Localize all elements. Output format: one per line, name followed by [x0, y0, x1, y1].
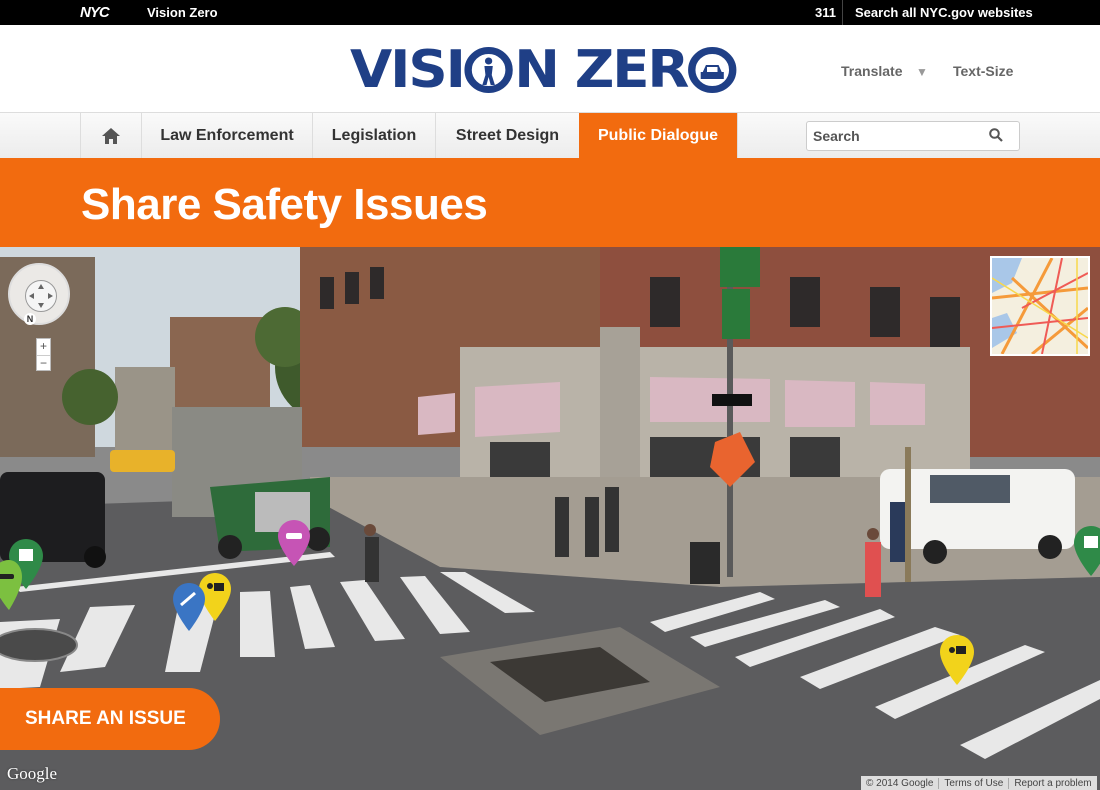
nav-legislation[interactable]: Legislation	[312, 113, 435, 159]
main-nav: Law Enforcement Legislation Street Desig…	[0, 112, 1100, 159]
report-problem-link[interactable]: Report a problem	[1008, 777, 1096, 789]
copyright-text: © 2014 Google	[866, 777, 934, 789]
page-banner: Share Safety Issues	[0, 158, 1100, 247]
vision-zero-logo[interactable]: VISI N ZER	[350, 40, 737, 100]
zoom-out-button[interactable]: −	[37, 355, 50, 371]
site-header: VISI N ZER Translate ▼ Text-Size	[0, 25, 1100, 113]
pan-control[interactable]	[8, 263, 70, 325]
311-link[interactable]: 311	[815, 5, 836, 20]
nav-law-enforcement[interactable]: Law Enforcement	[141, 113, 312, 159]
search-icon[interactable]	[989, 128, 1003, 142]
nav-street-design[interactable]: Street Design	[435, 113, 579, 159]
zoom-control: + −	[36, 338, 51, 371]
compass-north-icon[interactable]: N	[24, 313, 36, 325]
street-view-panorama[interactable]: N + − SHARE AN ISSUE Google © 2014 Googl…	[0, 247, 1100, 790]
nyc-logo[interactable]: NYC	[80, 4, 110, 21]
pan-arrows-icon[interactable]	[25, 280, 57, 312]
issue-pin-failure-to-yield[interactable]	[0, 560, 22, 610]
pedestrian-icon	[464, 47, 514, 93]
issue-pin-bike[interactable]	[1074, 526, 1100, 576]
page-title: Share Safety Issues	[81, 180, 488, 229]
terms-of-use-link[interactable]: Terms of Use	[938, 777, 1008, 789]
top-bar: NYC Vision Zero 311 Search all NYC.gov w…	[0, 0, 1100, 25]
vision-zero-link[interactable]: Vision Zero	[147, 5, 218, 20]
logo-text-right: N ZER	[514, 40, 689, 100]
issue-pin-speeding[interactable]	[278, 520, 310, 566]
divider	[842, 0, 843, 25]
google-logo: Google	[7, 764, 58, 783]
dropdown-arrow-icon[interactable]: ▼	[916, 65, 928, 79]
issue-pin-double-parking[interactable]	[940, 635, 974, 685]
search-all-link[interactable]: Search all NYC.gov websites	[855, 5, 1033, 20]
home-icon	[102, 128, 120, 144]
map-attribution: © 2014 Google Terms of Use Report a prob…	[861, 776, 1097, 790]
nav-home[interactable]	[80, 113, 141, 159]
divider	[737, 113, 738, 159]
nav-public-dialogue[interactable]: Public Dialogue	[579, 113, 737, 159]
share-an-issue-button[interactable]: SHARE AN ISSUE	[0, 688, 220, 750]
zoom-in-button[interactable]: +	[37, 339, 50, 355]
translate-link[interactable]: Translate	[841, 63, 902, 79]
issue-pin-jaywalking[interactable]	[173, 583, 205, 631]
text-size-link[interactable]: Text-Size	[953, 63, 1013, 79]
mini-map[interactable]	[990, 256, 1090, 356]
search-box	[806, 121, 1020, 151]
car-icon	[688, 47, 737, 93]
logo-text-left: VISI	[350, 40, 466, 100]
search-input[interactable]	[807, 122, 977, 150]
